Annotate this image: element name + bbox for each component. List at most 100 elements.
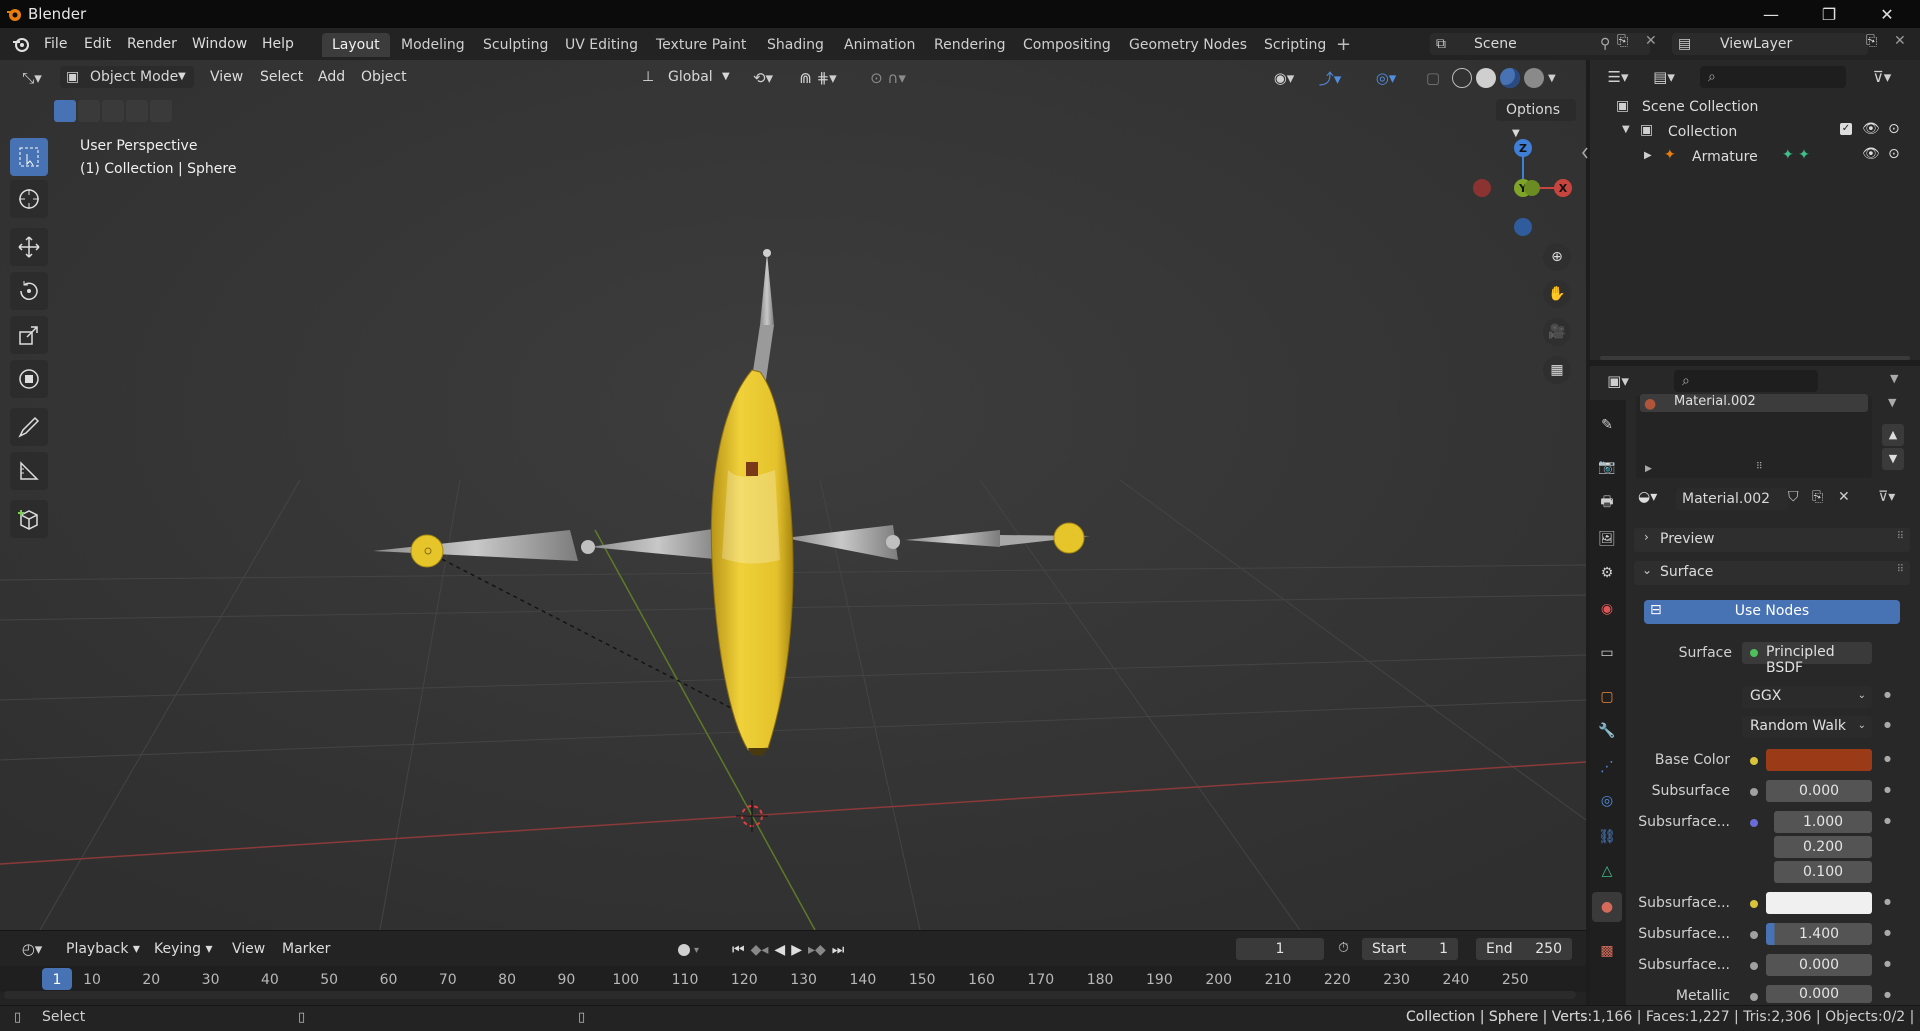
world-properties-icon[interactable]: ◉: [1592, 594, 1622, 624]
play-reverse-icon[interactable]: ◀: [774, 942, 785, 958]
filter-icon[interactable]: ⊽▾: [1862, 65, 1902, 89]
link-material-icon[interactable]: ⊽▾: [1878, 489, 1895, 505]
select-extend-icon[interactable]: [78, 100, 100, 122]
tab-uv-editing[interactable]: UV Editing: [555, 33, 648, 57]
current-frame-field[interactable]: 1: [1236, 938, 1324, 960]
tab-rendering[interactable]: Rendering: [924, 33, 1016, 57]
menu-object[interactable]: Object: [361, 69, 407, 85]
subsurface-radius-x-field[interactable]: 1.000: [1774, 811, 1872, 833]
eye-icon[interactable]: 👁: [1862, 121, 1880, 137]
keyframe-dot-icon[interactable]: ●: [1884, 928, 1891, 937]
metallic-field[interactable]: 0.000: [1766, 985, 1872, 1003]
view-layer-icon[interactable]: 🖼: [1592, 524, 1622, 554]
subsurface-radius-z-field[interactable]: 0.100: [1774, 861, 1872, 883]
play-icon[interactable]: ▶: [791, 942, 802, 958]
end-frame-field[interactable]: End 250: [1476, 938, 1572, 960]
outliner-search-input[interactable]: ⌕: [1700, 66, 1846, 88]
tab-scripting[interactable]: Scripting: [1254, 33, 1336, 57]
record-icon[interactable]: [678, 944, 690, 956]
keyframe-dot-icon[interactable]: ●: [1884, 754, 1891, 763]
use-nodes-button[interactable]: ⊟ Use Nodes: [1644, 600, 1900, 624]
chevron-down-icon[interactable]: ▼: [1890, 372, 1898, 385]
move-tool[interactable]: [10, 228, 48, 266]
tab-geometry-nodes[interactable]: Geometry Nodes: [1119, 33, 1257, 57]
subsurface-color-swatch[interactable]: [1766, 892, 1872, 914]
new-viewlayer-icon[interactable]: ⎘: [1866, 33, 1877, 49]
tab-modeling[interactable]: Modeling: [391, 33, 475, 57]
camera-render-icon[interactable]: ⊙: [1888, 146, 1900, 162]
move-up-icon[interactable]: ▲: [1882, 424, 1904, 446]
visibility-icon[interactable]: ◉▾: [1266, 66, 1302, 90]
subsurface-radius-y-field[interactable]: 0.200: [1774, 836, 1872, 858]
sidebar-toggle-icon[interactable]: [1580, 146, 1590, 160]
navigation-gizmo[interactable]: Z X Y: [1465, 135, 1585, 245]
solid-shading-icon[interactable]: [1476, 68, 1496, 88]
proportional-edit-icon[interactable]: ⊙ ∩▾: [858, 66, 918, 90]
timeline-view-menu[interactable]: View: [232, 941, 265, 957]
subsurface-anisotropy-field[interactable]: 0.000: [1766, 954, 1872, 976]
properties-search-input[interactable]: ⌕: [1674, 370, 1818, 392]
socket-dot[interactable]: [1750, 788, 1758, 796]
next-keyframe-icon[interactable]: ▸◆: [808, 942, 826, 958]
tab-sculpting[interactable]: Sculpting: [473, 33, 558, 57]
material-name-field[interactable]: Material.002: [1676, 488, 1788, 510]
fake-user-icon[interactable]: ⛉: [1788, 489, 1799, 505]
material-preview-shading-icon[interactable]: [1500, 68, 1520, 88]
socket-dot[interactable]: [1750, 993, 1758, 1001]
unlink-material-icon[interactable]: ✕: [1838, 489, 1850, 505]
socket-dot[interactable]: [1750, 819, 1758, 827]
armature-label[interactable]: Armature: [1692, 149, 1758, 165]
keyframe-dot-icon[interactable]: ●: [1884, 897, 1891, 906]
constraints-icon[interactable]: ⛓: [1592, 822, 1622, 852]
menu-help[interactable]: Help: [262, 36, 294, 52]
output-properties-icon[interactable]: 🖶: [1592, 488, 1622, 518]
select-invert-icon[interactable]: [126, 100, 148, 122]
close-button[interactable]: ✕: [1858, 0, 1916, 28]
select-subtract-icon[interactable]: [102, 100, 124, 122]
select-new-icon[interactable]: [54, 100, 76, 122]
particles-icon[interactable]: ⋰: [1592, 752, 1622, 782]
keyframe-dot-icon[interactable]: ●: [1884, 990, 1891, 999]
armature-expand-icon[interactable]: ▶: [1644, 150, 1652, 161]
base-color-swatch[interactable]: [1766, 749, 1872, 771]
jump-start-icon[interactable]: ⏮: [732, 942, 745, 958]
drag-handle-icon[interactable]: ⠿: [1897, 564, 1904, 575]
preview-panel-header[interactable]: › Preview ⠿: [1634, 528, 1910, 552]
texture-properties-icon[interactable]: ▩: [1592, 936, 1622, 966]
object-properties-icon[interactable]: ▢: [1592, 682, 1622, 712]
tab-layout[interactable]: Layout: [322, 33, 390, 57]
subsurface-method-dropdown[interactable]: Random Walk ⌄: [1742, 716, 1872, 738]
tab-texture-paint[interactable]: Texture Paint: [646, 33, 756, 57]
zoom-icon[interactable]: ⊕: [1543, 243, 1571, 271]
keyframe-dot-icon[interactable]: ●: [1884, 690, 1891, 699]
material-browse-icon[interactable]: ◒▾: [1638, 489, 1657, 505]
socket-dot[interactable]: [1750, 962, 1758, 970]
blender-menu-icon[interactable]: [12, 35, 30, 53]
mode-selector[interactable]: ▣ Object Mode ▼: [60, 66, 194, 88]
tab-compositing[interactable]: Compositing: [1013, 33, 1121, 57]
keyframe-dot-icon[interactable]: ●: [1884, 959, 1891, 968]
maximize-button[interactable]: ❐: [1800, 0, 1858, 28]
select-intersect-icon[interactable]: [150, 100, 172, 122]
keying-menu[interactable]: Keying ▾: [154, 941, 213, 957]
start-frame-field[interactable]: Start 1: [1362, 938, 1458, 960]
properties-editor-type-icon[interactable]: ▣▾: [1600, 369, 1636, 393]
surface-panel-header[interactable]: ⌄ Surface ⠿: [1634, 561, 1910, 585]
surface-shader-selector[interactable]: Principled BSDF: [1742, 642, 1872, 676]
render-properties-icon[interactable]: 📷: [1592, 452, 1622, 482]
socket-dot[interactable]: [1750, 900, 1758, 908]
menu-add[interactable]: Add: [318, 69, 345, 85]
overlays-toggle-icon[interactable]: ◎▾: [1366, 66, 1406, 90]
transform-tool[interactable]: [10, 360, 48, 398]
slot-expand-icon[interactable]: ▶: [1645, 464, 1652, 474]
physics-icon[interactable]: ◎: [1592, 786, 1622, 816]
rotate-tool[interactable]: [10, 272, 48, 310]
eye-icon[interactable]: 👁: [1862, 146, 1880, 162]
cursor-tool[interactable]: [10, 180, 48, 218]
socket-dot[interactable]: [1750, 931, 1758, 939]
add-workspace-icon[interactable]: +: [1336, 34, 1351, 55]
prev-keyframe-icon[interactable]: ◆◂: [751, 942, 769, 958]
snap-icon[interactable]: ⋒ ⋕▾: [788, 66, 848, 90]
drag-handle-icon[interactable]: ⠿: [1897, 531, 1904, 542]
timer-icon[interactable]: ⏱: [1338, 940, 1349, 956]
